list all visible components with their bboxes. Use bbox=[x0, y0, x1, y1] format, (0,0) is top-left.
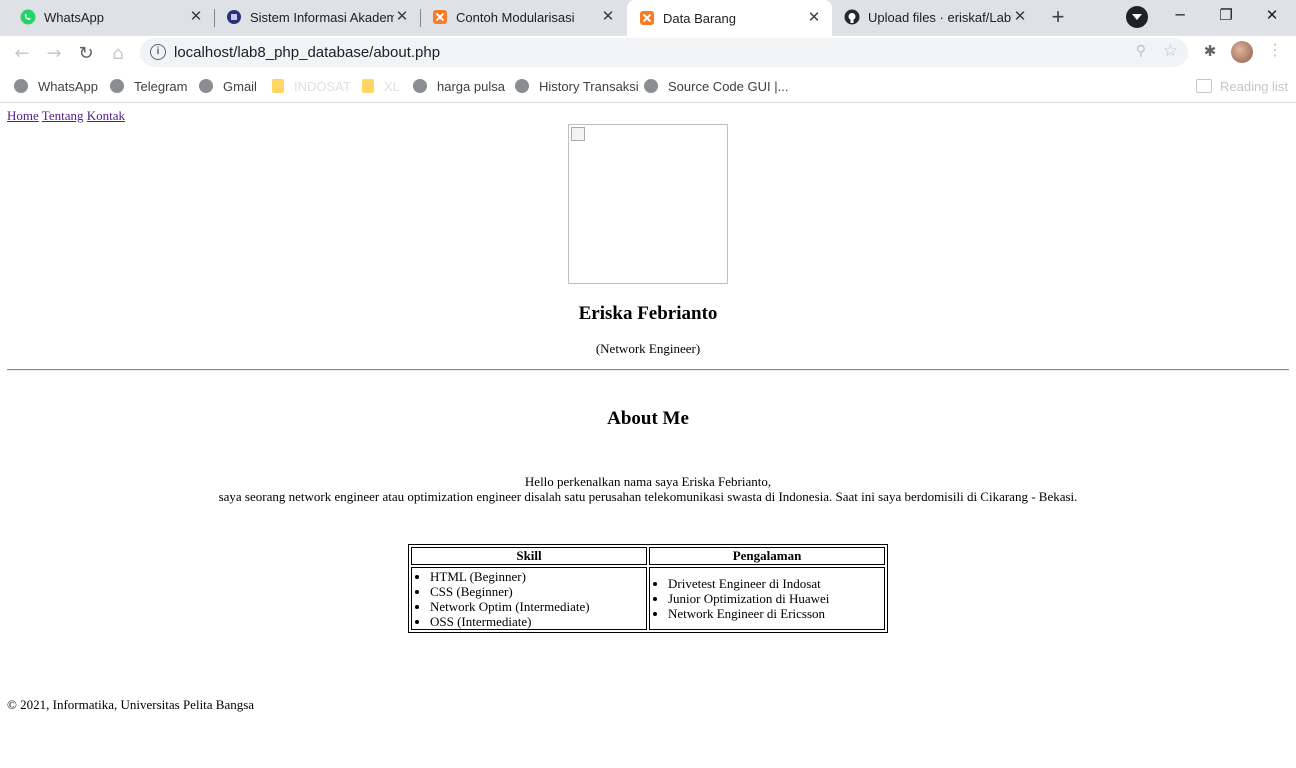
tab-title: Sistem Informasi Akademik bbox=[250, 9, 394, 25]
globe-icon bbox=[110, 79, 124, 93]
address-bar[interactable]: i localhost/lab8_php_database/about.php … bbox=[140, 38, 1188, 67]
about-paragraph: Hello perkenalkan nama saya Eriska Febri… bbox=[0, 474, 1296, 504]
close-tab-icon[interactable]: ✕ bbox=[1012, 9, 1028, 25]
bookmark-gmail[interactable]: Gmail bbox=[199, 76, 257, 96]
about-line-1: Hello perkenalkan nama saya Eriska Febri… bbox=[524, 474, 772, 489]
about-line-2: saya seorang network engineer atau optim… bbox=[218, 489, 1078, 504]
tab-data-barang[interactable]: Data Barang ✕ bbox=[627, 0, 832, 36]
broken-image-icon bbox=[571, 127, 585, 141]
list-item: Network Engineer di Ericsson bbox=[668, 606, 884, 621]
bookmark-history-transaksi[interactable]: History Transaksi bbox=[515, 76, 639, 96]
url-text[interactable]: localhost/lab8_php_database/about.php bbox=[174, 44, 440, 61]
close-tab-icon[interactable]: ✕ bbox=[806, 10, 822, 26]
tab-upload-files[interactable]: Upload files · eriskaf/Lab9Web ✕ bbox=[824, 0, 1038, 34]
tab-contoh-modularisasi[interactable]: Contoh Modularisasi ✕ bbox=[412, 0, 626, 34]
profile-role: (Network Engineer) bbox=[595, 341, 701, 356]
site-info-icon[interactable]: i bbox=[150, 44, 166, 60]
close-tab-icon[interactable]: ✕ bbox=[188, 9, 204, 25]
xampp-icon bbox=[432, 9, 448, 25]
reading-list-button[interactable]: Reading list bbox=[1196, 76, 1288, 96]
table-header-row: Skill Pengalaman bbox=[411, 547, 885, 565]
site-nav: Home Tentang Kontak bbox=[7, 108, 125, 124]
bookmarks-bar: WhatsApp Telegram Gmail INDOSAT XL harga… bbox=[0, 70, 1296, 103]
profile-photo bbox=[568, 124, 728, 284]
minimize-button[interactable]: ─ bbox=[1157, 2, 1203, 30]
bookmark-source-code-gui[interactable]: Source Code GUI |... bbox=[644, 76, 788, 96]
forward-icon[interactable]: → bbox=[40, 40, 68, 68]
profile-avatar[interactable] bbox=[1231, 41, 1253, 63]
folder-icon bbox=[272, 79, 284, 93]
list-item: HTML (Beginner) bbox=[430, 569, 646, 584]
tab-search-icon[interactable] bbox=[1126, 6, 1148, 28]
bookmark-folder-indosat[interactable]: INDOSAT bbox=[272, 76, 351, 96]
extensions-icon[interactable]: ✱ bbox=[1200, 42, 1220, 62]
list-item: Junior Optimization di Huawei bbox=[668, 591, 884, 606]
tab-sistem-informasi[interactable]: Sistem Informasi Akademik ✕ bbox=[206, 0, 420, 34]
reload-icon[interactable]: ↻ bbox=[72, 40, 100, 68]
header-pengalaman: Pengalaman bbox=[649, 547, 885, 565]
globe-icon bbox=[515, 79, 529, 93]
tab-title: Data Barang bbox=[663, 10, 736, 26]
menu-icon[interactable]: ⋮ bbox=[1266, 40, 1284, 64]
bookmark-folder-xl[interactable]: XL bbox=[362, 76, 400, 96]
table-row: HTML (Beginner) CSS (Beginner) Network O… bbox=[411, 567, 885, 630]
nav-link-tentang[interactable]: Tentang bbox=[42, 108, 84, 123]
profile-name: Eriska Febrianto bbox=[578, 303, 718, 324]
close-tab-icon[interactable]: ✕ bbox=[600, 9, 616, 25]
back-icon[interactable]: ← bbox=[8, 40, 36, 68]
tab-title: Contoh Modularisasi bbox=[456, 9, 575, 25]
browser-toolbar: ← → ↻ ⌂ i localhost/lab8_php_database/ab… bbox=[0, 36, 1296, 70]
tab-title: WhatsApp bbox=[44, 9, 104, 25]
reading-list-icon bbox=[1196, 79, 1212, 93]
globe-icon bbox=[644, 79, 658, 93]
list-item: CSS (Beginner) bbox=[430, 584, 646, 599]
bookmark-telegram[interactable]: Telegram bbox=[110, 76, 187, 96]
search-icon: ⚲ bbox=[1135, 43, 1146, 59]
globe-icon bbox=[199, 79, 213, 93]
close-window-button[interactable]: ✕ bbox=[1249, 2, 1295, 30]
home-icon[interactable]: ⌂ bbox=[104, 40, 132, 68]
nav-link-home[interactable]: Home bbox=[7, 108, 39, 123]
skills-table: Skill Pengalaman HTML (Beginner) CSS (Be… bbox=[408, 544, 888, 633]
tab-whatsapp[interactable]: WhatsApp ✕ bbox=[0, 0, 214, 34]
tab-strip: WhatsApp ✕ Sistem Informasi Akademik ✕ C… bbox=[0, 0, 1296, 36]
bookmark-star-icon[interactable]: ☆ bbox=[1163, 41, 1178, 61]
nav-link-kontak[interactable]: Kontak bbox=[87, 108, 125, 123]
page-content: Home Tentang Kontak Eriska Febrianto (Ne… bbox=[0, 103, 1296, 768]
university-icon bbox=[226, 9, 242, 25]
globe-icon bbox=[413, 79, 427, 93]
list-item: Drivetest Engineer di Indosat bbox=[668, 576, 884, 591]
bookmark-whatsapp[interactable]: WhatsApp bbox=[14, 76, 98, 96]
bookmark-harga-pulsa[interactable]: harga pulsa bbox=[413, 76, 505, 96]
experience-cell: Drivetest Engineer di Indosat Junior Opt… bbox=[649, 567, 885, 630]
xampp-icon bbox=[639, 10, 655, 26]
divider bbox=[7, 369, 1289, 371]
about-heading: About Me bbox=[607, 408, 689, 429]
globe-icon bbox=[14, 79, 28, 93]
skill-cell: HTML (Beginner) CSS (Beginner) Network O… bbox=[411, 567, 647, 630]
github-icon bbox=[844, 9, 860, 25]
footer-text: © 2021, Informatika, Universitas Pelita … bbox=[7, 697, 255, 712]
list-item: Network Optim (Intermediate) bbox=[430, 599, 646, 614]
folder-icon bbox=[362, 79, 374, 93]
header-skill: Skill bbox=[411, 547, 647, 565]
new-tab-button[interactable]: + bbox=[1044, 3, 1072, 31]
list-item: OSS (Intermediate) bbox=[430, 614, 646, 629]
whatsapp-icon bbox=[20, 9, 36, 25]
restore-button[interactable]: ❐ bbox=[1203, 2, 1249, 30]
tab-title: Upload files · eriskaf/Lab9Web bbox=[868, 9, 1012, 25]
close-tab-icon[interactable]: ✕ bbox=[394, 9, 410, 25]
